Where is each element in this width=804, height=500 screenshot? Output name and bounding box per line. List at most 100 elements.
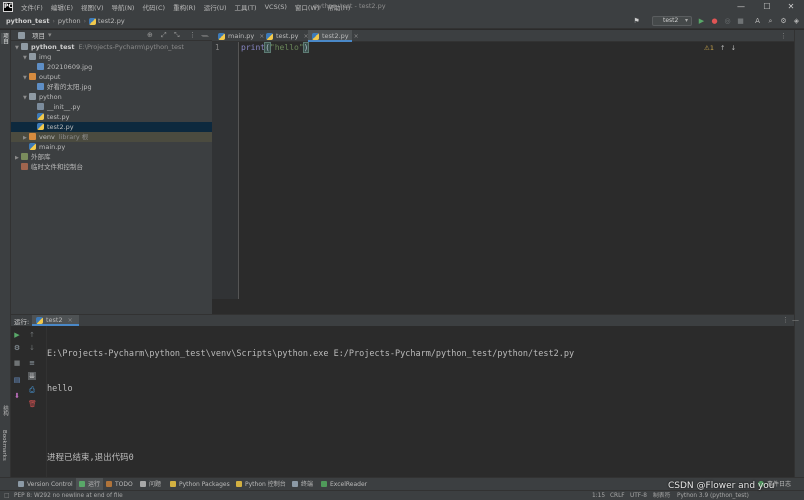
- bookmarks-tool-button[interactable]: Bookmarks: [1, 430, 7, 461]
- menu-refactor[interactable]: 重构(R): [169, 2, 200, 12]
- minimize-button[interactable]: —: [728, 0, 754, 14]
- tree-item-label: 外部库: [31, 153, 51, 161]
- soft-wrap-icon[interactable]: ≡: [28, 359, 36, 367]
- close-icon[interactable]: ×: [354, 33, 359, 40]
- warning-count: ⚠1: [704, 44, 714, 52]
- update-icon[interactable]: ◈: [792, 17, 801, 26]
- run-tab-test2[interactable]: test2 ×: [32, 315, 79, 326]
- collapse-all-icon[interactable]: ⤡: [174, 31, 180, 40]
- scroll-to-end-icon[interactable]: ⇊: [28, 372, 36, 380]
- tree-item-project-root[interactable]: ▼ python_test E:\Projects-Pycharm\python_t…: [11, 42, 212, 52]
- title-bar: PC 文件(F) 编辑(E) 视图(V) 导航(N) 代码(C) 重构(R) 运…: [0, 0, 804, 14]
- tab-main-py[interactable]: main.py ×: [214, 30, 264, 42]
- structure-tool-button[interactable]: 结构: [1, 405, 9, 416]
- python-interpreter[interactable]: Python 3.9 (python_test): [677, 491, 749, 500]
- inspection-widget[interactable]: ⚠1 ↑ ↓: [704, 44, 736, 52]
- tab-test2-py[interactable]: test2.py ×: [308, 30, 359, 42]
- menu-run[interactable]: 运行(U): [200, 2, 231, 12]
- python-file-icon: [266, 32, 273, 40]
- editor-footer: [212, 299, 794, 314]
- layout-icon[interactable]: ▤: [13, 376, 21, 384]
- menu-navigate[interactable]: 导航(N): [108, 2, 139, 12]
- tab-options-icon[interactable]: ⋮: [780, 30, 787, 42]
- line-gutter: 1: [212, 42, 239, 299]
- menu-tools[interactable]: 工具(T): [231, 2, 261, 12]
- console-output[interactable]: E:\Projects-Pycharm\python_test\venv\Scr…: [47, 326, 574, 487]
- code-string: "hello": [269, 43, 304, 52]
- print-icon[interactable]: ⎙: [28, 386, 36, 394]
- file-encoding[interactable]: UTF-8: [630, 491, 647, 500]
- run-configuration-dropdown[interactable]: test2 ▾: [652, 16, 692, 26]
- maximize-button[interactable]: ☐: [754, 0, 780, 14]
- line-separator[interactable]: CRLF: [610, 491, 625, 500]
- hide-panel-icon[interactable]: —: [202, 30, 209, 42]
- tree-item-label: img: [39, 53, 52, 61]
- tree-item-external-libraries[interactable]: ▶ 外部库: [11, 152, 212, 162]
- line-number: 1: [215, 43, 220, 52]
- options-menu-icon[interactable]: ⋮: [189, 31, 196, 39]
- options-menu-icon[interactable]: ⋮: [782, 315, 789, 326]
- status-message[interactable]: PEP 8: W292 no newline at end of file: [14, 491, 123, 500]
- tree-item-main[interactable]: main.py: [11, 142, 212, 152]
- tree-item-test2[interactable]: test2.py: [11, 122, 212, 132]
- rerun-icon[interactable]: ▶: [13, 331, 21, 339]
- search-icon[interactable]: ⌕: [766, 17, 775, 26]
- code-line[interactable]: print("hello"): [241, 42, 310, 53]
- previous-highlight-icon[interactable]: ↑: [720, 44, 725, 52]
- stop-icon[interactable]: ■: [736, 17, 745, 26]
- stop-icon[interactable]: ■: [13, 359, 21, 367]
- tab-label: test2.py: [322, 32, 349, 40]
- scroll-down-icon[interactable]: ↓: [28, 344, 36, 352]
- breadcrumb-project[interactable]: python_test: [6, 17, 49, 25]
- breadcrumb-folder[interactable]: python: [58, 17, 81, 25]
- tree-item-python[interactable]: ▼ python: [11, 92, 212, 102]
- project-tool-button[interactable]: 项目: [1, 33, 9, 44]
- locate-file-icon[interactable]: ⊕: [147, 31, 153, 39]
- code-editor[interactable]: 1 print("hello") ⚠1 ↑ ↓: [212, 42, 794, 299]
- clear-trash-icon[interactable]: 🗑: [28, 400, 37, 408]
- hide-panel-icon[interactable]: —: [792, 315, 799, 326]
- close-window-button[interactable]: ✕: [778, 0, 804, 14]
- menu-file[interactable]: 文件(F): [17, 2, 47, 12]
- tree-item-test[interactable]: test.py: [11, 112, 212, 122]
- run-icon: [79, 481, 85, 487]
- status-square-icon[interactable]: □: [4, 491, 9, 500]
- add-user-icon[interactable]: ⚑: [632, 17, 641, 26]
- chevron-down-icon[interactable]: ▾: [48, 31, 52, 39]
- tab-test-py[interactable]: test.py ×: [262, 30, 309, 42]
- next-highlight-icon[interactable]: ↓: [731, 44, 736, 52]
- tool-button-label: 终端: [301, 481, 314, 488]
- debug-icon[interactable]: ●: [710, 17, 719, 26]
- breadcrumb-file[interactable]: test2.py: [98, 17, 125, 25]
- translate-icon[interactable]: A: [753, 17, 762, 26]
- close-icon[interactable]: ×: [68, 317, 73, 324]
- caret-position[interactable]: 1:15: [592, 491, 605, 500]
- tree-item-scratches[interactable]: 临时文件和控制台: [11, 162, 212, 172]
- tree-item-venv[interactable]: ▶ venv library 根: [11, 132, 212, 142]
- tree-item-img[interactable]: ▼ img: [11, 52, 212, 62]
- tree-item-image-file[interactable]: 20210609.jpg: [11, 62, 212, 72]
- menu-edit[interactable]: 编辑(E): [47, 2, 77, 12]
- indent-setting[interactable]: 制表符: [653, 491, 670, 500]
- tree-item-init[interactable]: __init__.py: [11, 102, 212, 112]
- menu-view[interactable]: 视图(V): [77, 2, 108, 12]
- tool-button-label: 问题: [149, 481, 162, 488]
- python-file-icon: [29, 143, 36, 150]
- run-tab-label: test2: [46, 316, 63, 324]
- project-panel-title[interactable]: 项目: [32, 30, 45, 40]
- pin-icon[interactable]: ⬇: [13, 392, 21, 400]
- expand-all-icon[interactable]: ⤢: [161, 31, 167, 40]
- folder-icon: [21, 43, 28, 50]
- menu-code[interactable]: 代码(C): [138, 2, 169, 12]
- tree-item-output[interactable]: ▼ output: [11, 72, 212, 82]
- scroll-up-icon[interactable]: ↑: [28, 331, 36, 339]
- coverage-icon[interactable]: ◎: [723, 17, 732, 26]
- settings-icon[interactable]: ⚙: [779, 17, 788, 26]
- settings-icon[interactable]: ⚙: [13, 344, 21, 352]
- excel-icon: [321, 481, 327, 487]
- tree-item-image-file[interactable]: 好看的太阳.jpg: [11, 82, 212, 92]
- code-paren-close: ): [302, 42, 310, 53]
- menu-vcs[interactable]: VCS(S): [261, 3, 291, 11]
- tab-label: main.py: [228, 32, 255, 40]
- run-icon[interactable]: ▶: [697, 17, 706, 26]
